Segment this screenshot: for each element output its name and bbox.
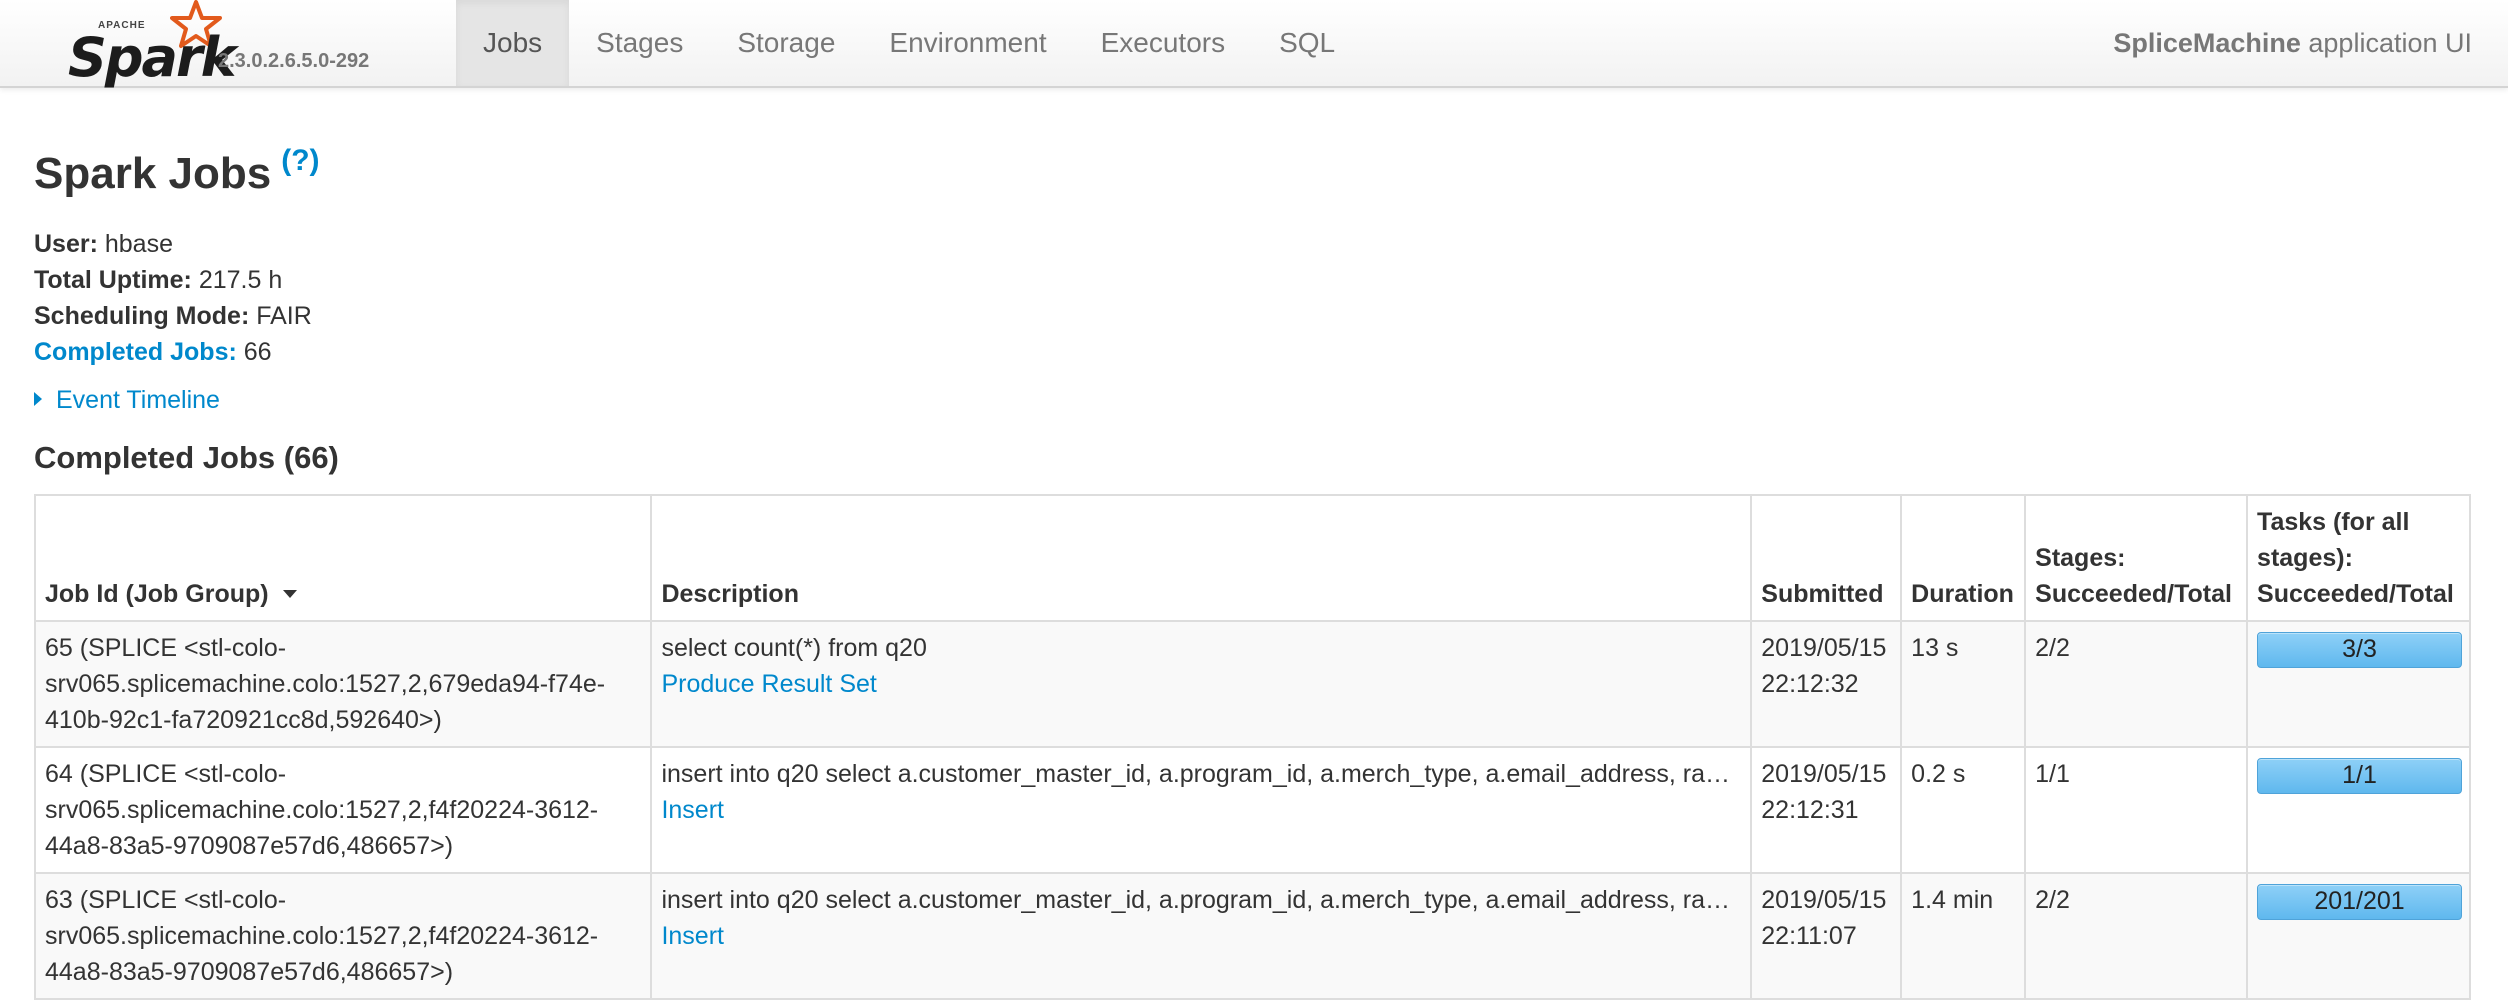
job-summary: User: hbase Total Uptime: 217.5 h Schedu…	[34, 226, 312, 370]
column-header-duration[interactable]: Duration	[1900, 494, 2026, 621]
tab-sql[interactable]: SQL	[1252, 0, 1362, 86]
submitted-cell: 2019/05/15 22:12:32	[1750, 620, 1902, 747]
job-id-cell: 65 (SPLICE <stl-colo-srv065.splicemachin…	[33, 620, 652, 747]
tab-executors[interactable]: Executors	[1074, 0, 1253, 86]
page-title: Spark Jobs (?)	[34, 144, 320, 199]
summary-user-value: hbase	[104, 230, 173, 258]
application-name-bold: SpliceMachine	[2113, 28, 2301, 58]
table-header-row: Job Id (Job Group) Description Submitted…	[33, 494, 2470, 621]
submitted-date: 2019/05/15	[1761, 760, 1887, 788]
submitted-date: 2019/05/15	[1761, 886, 1887, 914]
tab-jobs[interactable]: Jobs	[456, 0, 570, 86]
duration-cell: 1.4 min	[1900, 872, 2026, 999]
stages-cell: 2/2	[2024, 620, 2248, 747]
tasks-progress-bar: 201/201	[2257, 884, 2462, 920]
event-timeline-toggle[interactable]: Event Timeline	[34, 386, 220, 415]
description-cell: insert into q20 select a.customer_master…	[650, 872, 1752, 999]
summary-completed-value: 66	[243, 338, 272, 366]
caret-right-icon	[34, 392, 42, 406]
table-row: 63 (SPLICE <stl-colo-srv065.splicemachin…	[33, 872, 2470, 999]
column-header-job-id-label: Job Id (Job Group)	[45, 580, 269, 608]
column-header-job-id[interactable]: Job Id (Job Group)	[33, 494, 652, 621]
column-header-tasks[interactable]: Tasks (for all stages): Succeeded/Total	[2246, 494, 2470, 621]
description-cell: insert into q20 select a.customer_master…	[650, 746, 1752, 873]
completed-jobs-link[interactable]: Completed Jobs:	[34, 338, 237, 366]
tasks-cell: 201/201	[2246, 872, 2470, 999]
spark-logo[interactable]: APACHE Spark 2.3.0.2.6.5.0-292	[64, 0, 394, 89]
event-timeline-label: Event Timeline	[56, 386, 220, 414]
table-row: 65 (SPLICE <stl-colo-srv065.splicemachin…	[33, 620, 2470, 747]
job-detail-link[interactable]: Produce Result Set	[661, 670, 876, 698]
job-id-cell: 64 (SPLICE <stl-colo-srv065.splicemachin…	[33, 746, 652, 873]
tasks-progress-bar: 1/1	[2257, 758, 2462, 794]
tab-stages[interactable]: Stages	[569, 0, 710, 86]
submitted-cell: 2019/05/15 22:11:07	[1750, 872, 1902, 999]
completed-jobs-heading: Completed Jobs (66)	[34, 440, 339, 475]
spark-wordmark: Spark	[68, 26, 237, 89]
summary-user-label: User:	[34, 230, 98, 258]
job-id-cell: 63 (SPLICE <stl-colo-srv065.splicemachin…	[33, 872, 652, 999]
summary-scheduling-mode: Scheduling Mode: FAIR	[34, 298, 312, 334]
column-header-submitted[interactable]: Submitted	[1750, 494, 1902, 621]
submitted-cell: 2019/05/15 22:12:31	[1750, 746, 1902, 873]
duration-cell: 0.2 s	[1900, 746, 2026, 873]
summary-mode-value: FAIR	[256, 302, 312, 330]
tab-environment[interactable]: Environment	[862, 0, 1073, 86]
tab-storage[interactable]: Storage	[710, 0, 862, 86]
tasks-cell: 1/1	[2246, 746, 2470, 873]
completed-jobs-table: Job Id (Job Group) Description Submitted…	[33, 494, 2471, 1000]
sort-desc-icon	[282, 590, 297, 598]
summary-completed-jobs: Completed Jobs: 66	[34, 334, 312, 370]
column-header-stages[interactable]: Stages: Succeeded/Total	[2024, 494, 2248, 621]
help-link[interactable]: (?)	[281, 144, 319, 177]
submitted-date: 2019/05/15	[1761, 634, 1887, 662]
application-name: SpliceMachine application UI	[2113, 0, 2472, 86]
summary-uptime-value: 217.5 h	[198, 266, 283, 294]
summary-uptime: Total Uptime: 217.5 h	[34, 262, 312, 298]
page-title-text: Spark Jobs	[34, 149, 272, 198]
stages-cell: 2/2	[2024, 872, 2248, 999]
summary-mode-label: Scheduling Mode:	[34, 302, 250, 330]
description-cell: select count(*) from q20 Produce Result …	[650, 620, 1752, 747]
job-sql: select count(*) from q20	[661, 634, 927, 662]
application-name-rest: application UI	[2300, 28, 2472, 58]
summary-user: User: hbase	[34, 226, 312, 262]
nav-tabs: Jobs Stages Storage Environment Executor…	[456, 0, 1362, 86]
job-sql: insert into q20 select a.customer_master…	[661, 886, 1731, 914]
tasks-progress-bar: 3/3	[2257, 632, 2462, 668]
tasks-cell: 3/3	[2246, 620, 2470, 747]
submitted-time: 22:12:32	[1761, 670, 1859, 698]
job-sql: insert into q20 select a.customer_master…	[661, 760, 1731, 788]
job-detail-link[interactable]: Insert	[661, 922, 724, 950]
column-header-description[interactable]: Description	[650, 494, 1752, 621]
spark-version: 2.3.0.2.6.5.0-292	[218, 50, 370, 72]
stages-cell: 1/1	[2024, 746, 2248, 873]
job-detail-link[interactable]: Insert	[661, 796, 724, 824]
submitted-time: 22:12:31	[1761, 796, 1859, 824]
table-row: 64 (SPLICE <stl-colo-srv065.splicemachin…	[33, 746, 2470, 873]
summary-uptime-label: Total Uptime:	[34, 266, 192, 294]
submitted-time: 22:11:07	[1761, 922, 1857, 950]
top-navbar: APACHE Spark 2.3.0.2.6.5.0-292 Jobs Stag…	[0, 0, 2508, 89]
duration-cell: 13 s	[1900, 620, 2026, 747]
